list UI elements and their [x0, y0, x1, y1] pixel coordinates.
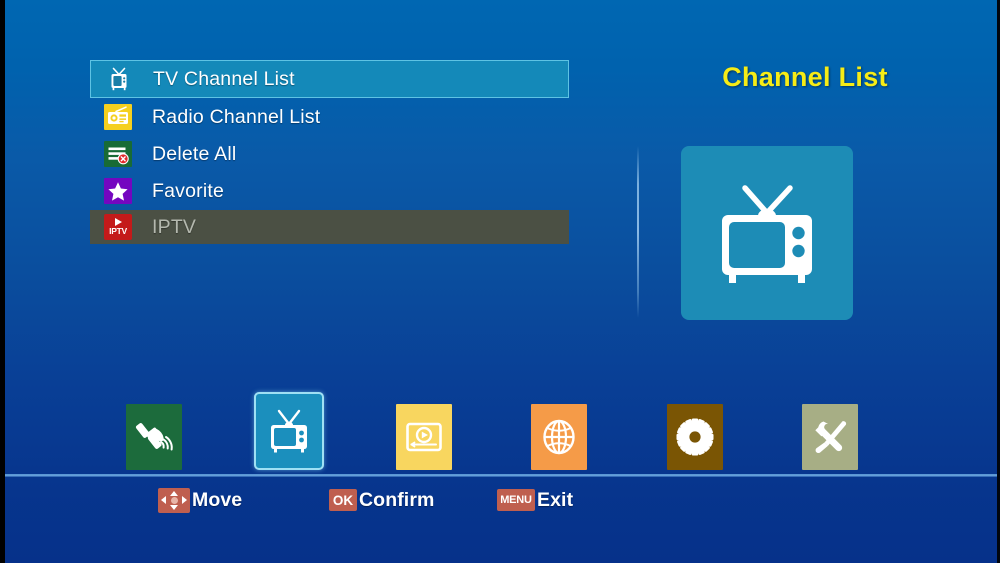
hint-label: Confirm [359, 488, 435, 511]
satellite-icon [126, 404, 182, 470]
footer-separator [5, 474, 997, 477]
tools-icon [802, 404, 858, 470]
hint-label: Exit [537, 488, 574, 511]
menu-item-radio-channel-list[interactable]: Radio Channel List [90, 99, 569, 135]
preview-panel: Channel List [660, 62, 950, 93]
media-player-icon [396, 404, 452, 470]
channel-menu-list: TV Channel List Radio Channel List Delet… [90, 60, 569, 245]
iconbar-item-tv[interactable] [254, 392, 324, 470]
tv-icon [705, 169, 829, 298]
hint-label: Move [192, 488, 243, 511]
menu-item-label: IPTV [152, 215, 197, 238]
radio-icon [104, 104, 132, 130]
tv-icon [256, 394, 322, 468]
menu-item-tv-channel-list[interactable]: TV Channel List [90, 60, 569, 98]
menu-item-label: TV Channel List [153, 67, 295, 90]
star-icon [104, 178, 132, 204]
iconbar-item-tools[interactable] [802, 404, 858, 470]
iconbar-item-media-player[interactable] [396, 404, 452, 470]
tv-icon [105, 66, 133, 92]
menu-item-label: Radio Channel List [152, 105, 321, 128]
dpad-icon [158, 487, 190, 513]
menu-item-favorite[interactable]: Favorite [90, 173, 569, 209]
menu-item-label: Favorite [152, 179, 225, 202]
globe-icon [531, 404, 587, 470]
iconbar-item-network[interactable] [531, 404, 587, 470]
hint-move: Move [158, 487, 242, 513]
preview-tv-tile [681, 146, 853, 320]
iconbar-item-satellite[interactable] [126, 404, 182, 470]
iconbar-item-settings[interactable] [667, 404, 723, 470]
panel-divider [637, 146, 639, 318]
menu-item-label: Delete All [152, 142, 237, 165]
gear-icon [667, 404, 723, 470]
menu-key-badge: MENU [497, 489, 535, 511]
footer-hint-bar: Move OK Confirm MENU Exit [0, 487, 1000, 527]
hint-exit: MENU Exit [497, 487, 573, 513]
menu-item-iptv[interactable]: IPTV IPTV [90, 210, 569, 244]
stb-screen: TV Channel List Radio Channel List Delet… [0, 0, 1000, 563]
menu-item-delete-all[interactable]: Delete All [90, 136, 569, 172]
delete-all-icon [104, 141, 132, 167]
screen-left-edge [0, 0, 5, 563]
hint-confirm: OK Confirm [329, 487, 434, 513]
main-menu-icon-bar [0, 390, 1000, 486]
page-title: Channel List [722, 62, 888, 92]
ok-key-badge: OK [329, 489, 357, 511]
iptv-icon: IPTV [104, 214, 132, 240]
